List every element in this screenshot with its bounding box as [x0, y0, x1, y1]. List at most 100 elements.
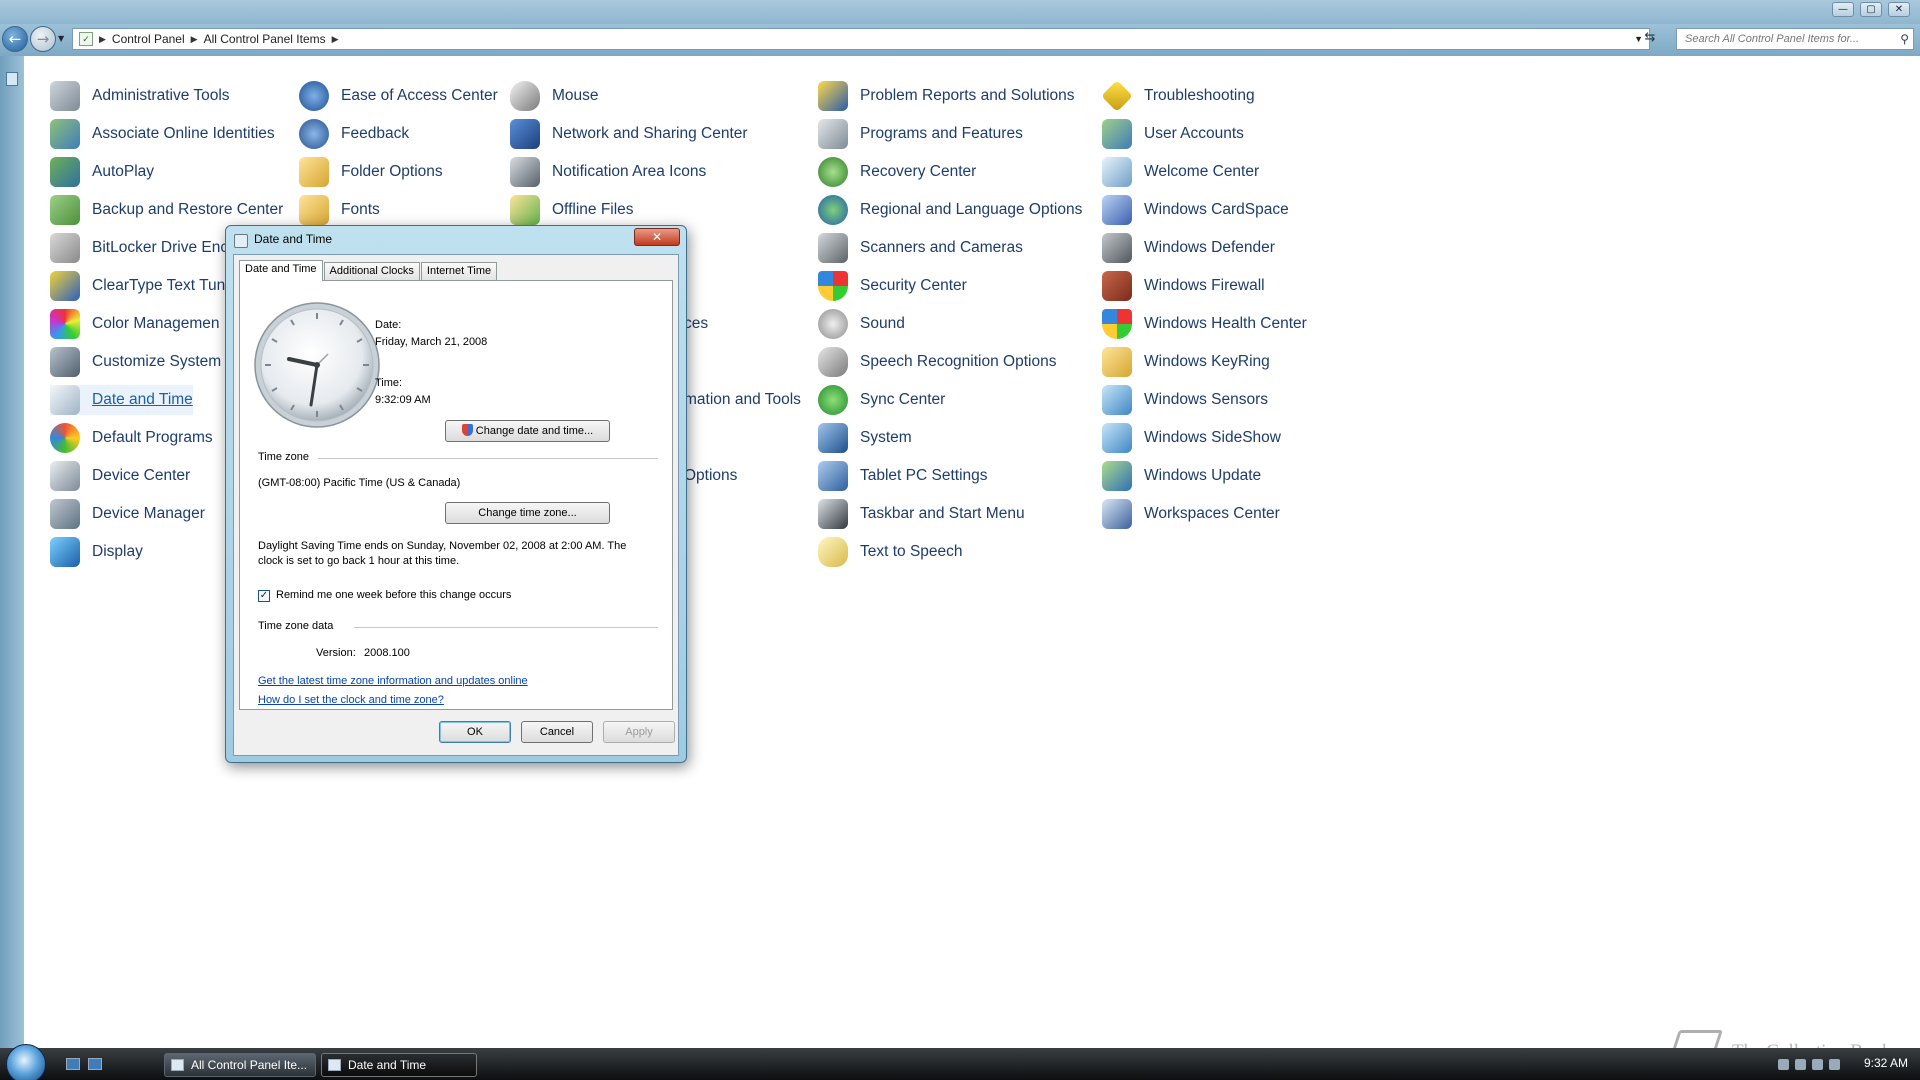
cp-item-date-and-time[interactable]: Date and Time [50, 385, 193, 415]
show-hidden-icons-icon[interactable] [1778, 1059, 1789, 1070]
cp-item-welcome-center[interactable]: Welcome Center [1102, 157, 1259, 187]
breadcrumb-control-panel[interactable]: Control Panel [112, 29, 185, 49]
date-time-tab-panel: Date: Friday, March 21, 2008 Time: 9:32:… [239, 280, 673, 710]
cp-item-system[interactable]: System [818, 423, 912, 453]
cp-item-windows-sideshow[interactable]: Windows SideShow [1102, 423, 1281, 453]
problem-reports-icon [818, 81, 848, 111]
cp-item-administrative-tools[interactable]: Administrative Tools [50, 81, 230, 111]
breadcrumb-all-items[interactable]: All Control Panel Items [204, 29, 326, 49]
search-input[interactable]: Search All Control Panel Items for... ⚲ [1676, 28, 1914, 50]
cancel-button[interactable]: Cancel [521, 721, 593, 743]
cp-item-programs-features[interactable]: Programs and Features [818, 119, 1023, 149]
ok-button[interactable]: OK [439, 721, 511, 743]
cp-item-notification-area-icons[interactable]: Notification Area Icons [510, 157, 706, 187]
cp-item-folder-options[interactable]: Folder Options [299, 157, 443, 187]
change-timezone-button[interactable]: Change time zone... [445, 502, 610, 524]
cp-item-mouse[interactable]: Mouse [510, 81, 599, 111]
cp-item-windows-health-center[interactable]: Windows Health Center [1102, 309, 1307, 339]
breadcrumb-arrow-icon[interactable]: ▶ [99, 29, 106, 49]
color-management-icon [50, 309, 80, 339]
cp-item-workspaces-center[interactable]: Workspaces Center [1102, 499, 1280, 529]
taskbar-button-control-panel[interactable]: All Control Panel Ite... [164, 1053, 316, 1077]
back-button[interactable]: ← [2, 26, 28, 52]
cp-item-cleartype[interactable]: ClearType Text Tun [50, 271, 225, 301]
cp-item-sync-center[interactable]: Sync Center [818, 385, 945, 415]
clock-help-link[interactable]: How do I set the clock and time zone? [258, 694, 444, 706]
cp-item-associate-online-identities[interactable]: Associate Online Identities [50, 119, 275, 149]
system-tray-icons [1778, 1059, 1840, 1070]
cp-item-tablet-pc[interactable]: Tablet PC Settings [818, 461, 988, 491]
cp-item-customize-system[interactable]: Customize System [50, 347, 221, 377]
cp-item-partial-information-tools[interactable]: mation and Tools [684, 385, 801, 415]
taskbar-clock[interactable]: 9:32 AM [1864, 1056, 1908, 1070]
address-field[interactable]: ✓ ▶ Control Panel ▶ All Control Panel It… [72, 28, 1650, 50]
tab-additional-clocks[interactable]: Additional Clocks [323, 262, 420, 281]
cp-item-bitlocker[interactable]: BitLocker Drive Enc [50, 233, 228, 263]
cp-item-taskbar-start-menu[interactable]: Taskbar and Start Menu [818, 499, 1025, 529]
close-button[interactable]: ✕ [1888, 2, 1910, 17]
tab-internet-time[interactable]: Internet Time [420, 262, 498, 281]
breadcrumb-arrow-icon[interactable]: ▶ [191, 29, 198, 49]
cp-item-recovery-center[interactable]: Recovery Center [818, 157, 976, 187]
cp-item-offline-files[interactable]: Offline Files [510, 195, 634, 225]
item-label: Device Manager [92, 505, 205, 522]
pane-toggle-icon[interactable] [6, 72, 18, 86]
cp-item-autoplay[interactable]: AutoPlay [50, 157, 154, 187]
taskbar-button-date-time[interactable]: Date and Time [321, 1053, 477, 1077]
breadcrumb-arrow-icon[interactable]: ▶ [332, 29, 339, 49]
cp-item-scanners-cameras[interactable]: Scanners and Cameras [818, 233, 1023, 263]
recent-pages-dropdown[interactable]: ▼ [58, 34, 64, 43]
cp-item-ease-of-access[interactable]: Ease of Access Center [299, 81, 498, 111]
cp-item-user-accounts[interactable]: User Accounts [1102, 119, 1244, 149]
cp-item-windows-update[interactable]: Windows Update [1102, 461, 1261, 491]
tz-updates-link[interactable]: Get the latest time zone information and… [258, 675, 528, 687]
search-icon[interactable]: ⚲ [1900, 29, 1909, 49]
security-tray-icon[interactable] [1812, 1059, 1823, 1070]
remind-checkbox[interactable]: ✓ [258, 590, 270, 602]
cp-item-network-sharing[interactable]: Network and Sharing Center [510, 119, 748, 149]
show-desktop-icon[interactable] [66, 1058, 80, 1070]
cp-item-device-center[interactable]: Device Center [50, 461, 190, 491]
volume-icon[interactable] [1829, 1059, 1840, 1070]
maximize-button[interactable]: ▢ [1860, 2, 1882, 17]
item-label: Options [684, 467, 738, 484]
cp-item-troubleshooting[interactable]: Troubleshooting [1101, 80, 1255, 112]
cp-item-fonts[interactable]: Fonts [299, 195, 380, 225]
cp-item-text-to-speech[interactable]: Text to Speech [818, 537, 963, 567]
cp-item-problem-reports[interactable]: Problem Reports and Solutions [818, 81, 1075, 111]
cp-item-color-management[interactable]: Color Managemen [50, 309, 220, 339]
refresh-icon[interactable]: ⇆ [1638, 30, 1662, 50]
cp-item-feedback[interactable]: Feedback [299, 119, 409, 149]
cp-item-regional-language[interactable]: Regional and Language Options [818, 195, 1082, 225]
cp-item-windows-defender[interactable]: Windows Defender [1102, 233, 1275, 263]
item-label: Windows SideShow [1144, 429, 1281, 446]
cp-item-device-manager[interactable]: Device Manager [50, 499, 205, 529]
switch-windows-icon[interactable] [88, 1058, 102, 1070]
globe-icon [818, 195, 848, 225]
cp-item-default-programs[interactable]: Default Programs [50, 423, 213, 453]
cp-item-security-center[interactable]: Security Center [818, 271, 967, 301]
dialog-close-button[interactable]: ✕ [634, 228, 680, 246]
cp-item-windows-cardspace[interactable]: Windows CardSpace [1102, 195, 1289, 225]
tzdata-header: Time zone data [258, 620, 334, 632]
cp-item-backup-restore[interactable]: Backup and Restore Center [50, 195, 283, 225]
cleartype-icon [50, 271, 80, 301]
apply-button[interactable]: Apply [603, 721, 675, 743]
start-button[interactable] [6, 1044, 46, 1080]
window-titlebar: — ▢ ✕ [0, 0, 1920, 24]
cp-item-windows-keyring[interactable]: Windows KeyRing [1102, 347, 1270, 377]
cp-item-display[interactable]: Display [50, 537, 143, 567]
minimize-button[interactable]: — [1832, 2, 1854, 17]
network-tray-icon[interactable] [1795, 1059, 1806, 1070]
change-date-time-button[interactable]: Change date and time... [445, 420, 610, 442]
cp-item-windows-firewall[interactable]: Windows Firewall [1102, 271, 1265, 301]
cp-item-sound[interactable]: Sound [818, 309, 905, 339]
cp-item-partial-ces[interactable]: ces [684, 309, 708, 339]
item-label: Scanners and Cameras [860, 239, 1023, 256]
remind-label: Remind me one week before this change oc… [276, 589, 512, 601]
cp-item-partial-options[interactable]: Options [684, 461, 737, 491]
tab-date-and-time[interactable]: Date and Time [239, 260, 323, 281]
cp-item-speech-recognition[interactable]: Speech Recognition Options [818, 347, 1056, 377]
forward-button[interactable]: → [30, 26, 56, 52]
cp-item-windows-sensors[interactable]: Windows Sensors [1102, 385, 1268, 415]
